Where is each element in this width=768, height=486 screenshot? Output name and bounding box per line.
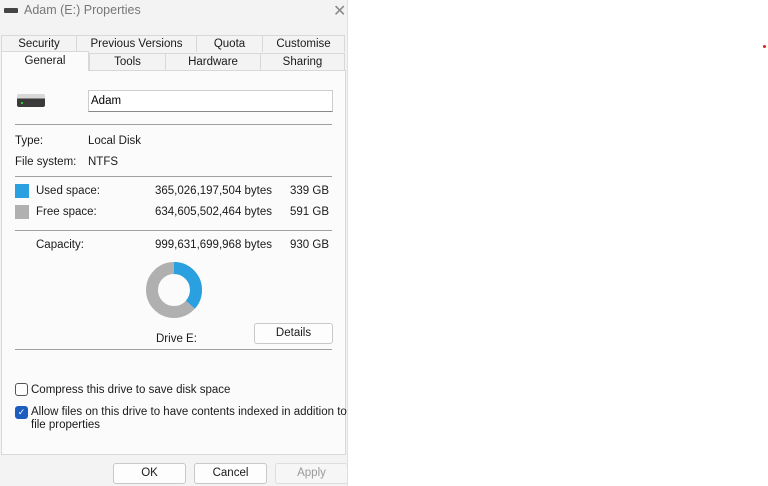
filesystem-label: File system:: [15, 156, 77, 168]
filesystem-value: NTFS: [88, 156, 119, 168]
window-title: Adam (E:) Properties: [24, 3, 141, 17]
separator: [15, 349, 332, 350]
free-space-size: 591 GB: [290, 206, 329, 218]
separator: [15, 230, 332, 231]
tab-customise[interactable]: Customise: [262, 35, 345, 52]
usage-donut-chart: [146, 262, 202, 318]
apply-button[interactable]: Apply: [275, 463, 348, 484]
used-space-swatch: [15, 184, 29, 198]
properties-dialog: Adam (E:) Properties ✕ Security Previous…: [0, 0, 348, 486]
separator: [15, 124, 332, 125]
index-label-line2: file properties: [31, 419, 101, 431]
used-space-size: 339 GB: [290, 185, 329, 197]
capacity-bytes: 999,631,699,968 bytes: [155, 239, 273, 251]
type-value: Local Disk: [88, 135, 142, 147]
free-space-swatch: [15, 205, 29, 219]
tab-quota[interactable]: Quota: [196, 35, 263, 52]
type-label: Type:: [15, 135, 44, 147]
close-button[interactable]: ✕: [333, 1, 346, 21]
drive-name-input[interactable]: [88, 90, 333, 112]
free-space-bytes: 634,605,502,464 bytes: [155, 206, 273, 218]
index-checkbox[interactable]: ✓: [15, 406, 28, 419]
drive-icon: [4, 8, 18, 13]
used-space-bytes: 365,026,197,504 bytes: [155, 185, 273, 197]
index-label-line1: Allow files on this drive to have conten…: [31, 406, 347, 418]
red-dot: [763, 45, 766, 48]
tab-hardware[interactable]: Hardware: [165, 53, 261, 70]
capacity-label: Capacity:: [36, 239, 84, 251]
tab-sharing[interactable]: Sharing: [260, 53, 345, 70]
separator: [15, 176, 332, 177]
compress-checkbox[interactable]: [15, 383, 28, 396]
ok-button[interactable]: OK: [113, 463, 186, 484]
used-space-label: Used space:: [36, 185, 100, 197]
tab-tools[interactable]: Tools: [89, 53, 166, 70]
drive-large-icon: [17, 94, 45, 107]
details-button[interactable]: Details: [254, 323, 333, 344]
tab-security[interactable]: Security: [1, 35, 77, 52]
compress-label: Compress this drive to save disk space: [31, 384, 231, 396]
capacity-size: 930 GB: [290, 239, 329, 251]
tab-previous-versions[interactable]: Previous Versions: [76, 35, 197, 52]
tab-general[interactable]: General: [1, 51, 89, 71]
free-space-label: Free space:: [36, 206, 97, 218]
drive-label: Drive E:: [156, 333, 197, 345]
cancel-button[interactable]: Cancel: [194, 463, 267, 484]
